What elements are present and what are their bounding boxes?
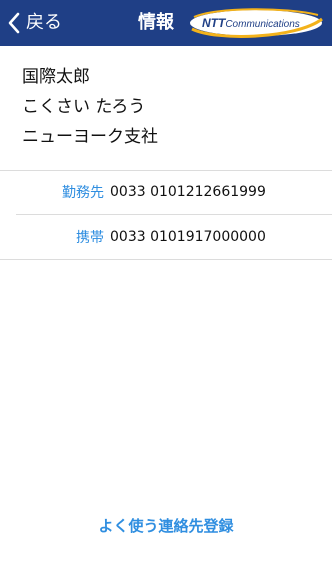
phone-row-mobile[interactable]: 携帯 0033 0101917000000 xyxy=(0,215,332,259)
phone-label-work: 勤務先 xyxy=(62,185,104,201)
divider xyxy=(0,259,332,260)
phone-number-work[interactable]: 0033 0101212661999 xyxy=(110,184,266,200)
contact-name: 国際太郎 xyxy=(22,67,90,87)
page-title: 情報 xyxy=(138,12,174,33)
logo-brand: NTT xyxy=(202,16,226,30)
ntt-communications-logo: NTTCommunications xyxy=(186,7,326,39)
phone-label-mobile: 携帯 xyxy=(76,230,104,246)
logo-text: NTTCommunications xyxy=(202,15,300,33)
phone-number-mobile[interactable]: 0033 0101917000000 xyxy=(110,229,266,245)
back-label: 戻る xyxy=(26,12,62,33)
chevron-left-icon xyxy=(8,12,20,34)
contact-identity: 国際太郎 こくさい たろう ニューヨーク支社 xyxy=(22,62,322,152)
phone-row-work[interactable]: 勤務先 0033 0101212661999 xyxy=(0,170,332,214)
contact-reading: こくさい たろう xyxy=(22,97,146,117)
add-favorite-button[interactable]: よく使う連絡先登録 xyxy=(0,514,332,538)
logo-suffix: Communications xyxy=(225,19,300,30)
back-button[interactable]: 戻る xyxy=(8,10,62,36)
contact-department: ニューヨーク支社 xyxy=(22,127,158,147)
navigation-bar: 戻る 情報 NTTCommunications xyxy=(0,0,332,46)
